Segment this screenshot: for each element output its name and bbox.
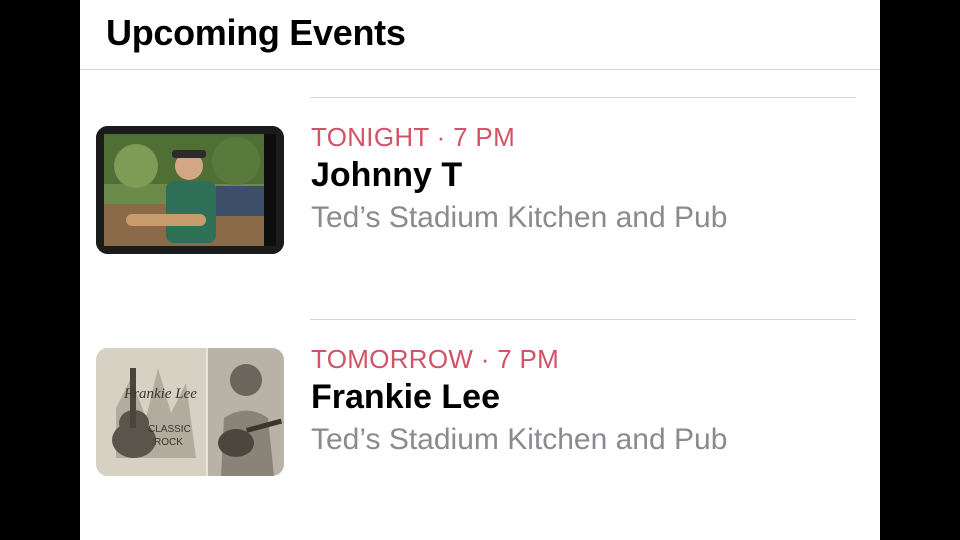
event-venue: Ted’s Stadium Kitchen and Pub <box>311 423 728 456</box>
performer-photo <box>96 126 284 254</box>
event-item[interactable]: Frankie Lee CLASSIC ROCK TOMORROW · 7 PM… <box>80 332 880 476</box>
divider <box>310 97 856 98</box>
performer-poster: Frankie Lee CLASSIC ROCK <box>96 348 284 476</box>
event-performer: Frankie Lee <box>311 378 500 416</box>
poster-band-name: Frankie Lee <box>123 386 197 402</box>
event-info: TOMORROW · 7 PM Frankie Lee Ted’s Stadiu… <box>311 344 727 460</box>
event-thumbnail: Frankie Lee CLASSIC ROCK <box>96 348 284 476</box>
header: Upcoming Events <box>80 0 880 70</box>
divider <box>310 319 856 320</box>
event-time: TOMORROW · 7 PM <box>311 344 560 374</box>
page-title: Upcoming Events <box>106 12 406 53</box>
event-info: TONIGHT · 7 PM Johnny T Ted’s Stadium Ki… <box>311 122 727 238</box>
events-screen: Upcoming Events TONIGHT · 7 PM Johnny T … <box>80 0 880 540</box>
event-time: TONIGHT · 7 PM <box>311 122 516 152</box>
event-item[interactable]: TONIGHT · 7 PM Johnny T Ted’s Stadium Ki… <box>80 110 880 254</box>
poster-classic: CLASSIC <box>148 424 191 435</box>
poster-rock: ROCK <box>154 437 183 448</box>
event-thumbnail <box>96 126 284 254</box>
event-performer: Johnny T <box>311 156 463 194</box>
event-venue: Ted’s Stadium Kitchen and Pub <box>311 201 728 234</box>
